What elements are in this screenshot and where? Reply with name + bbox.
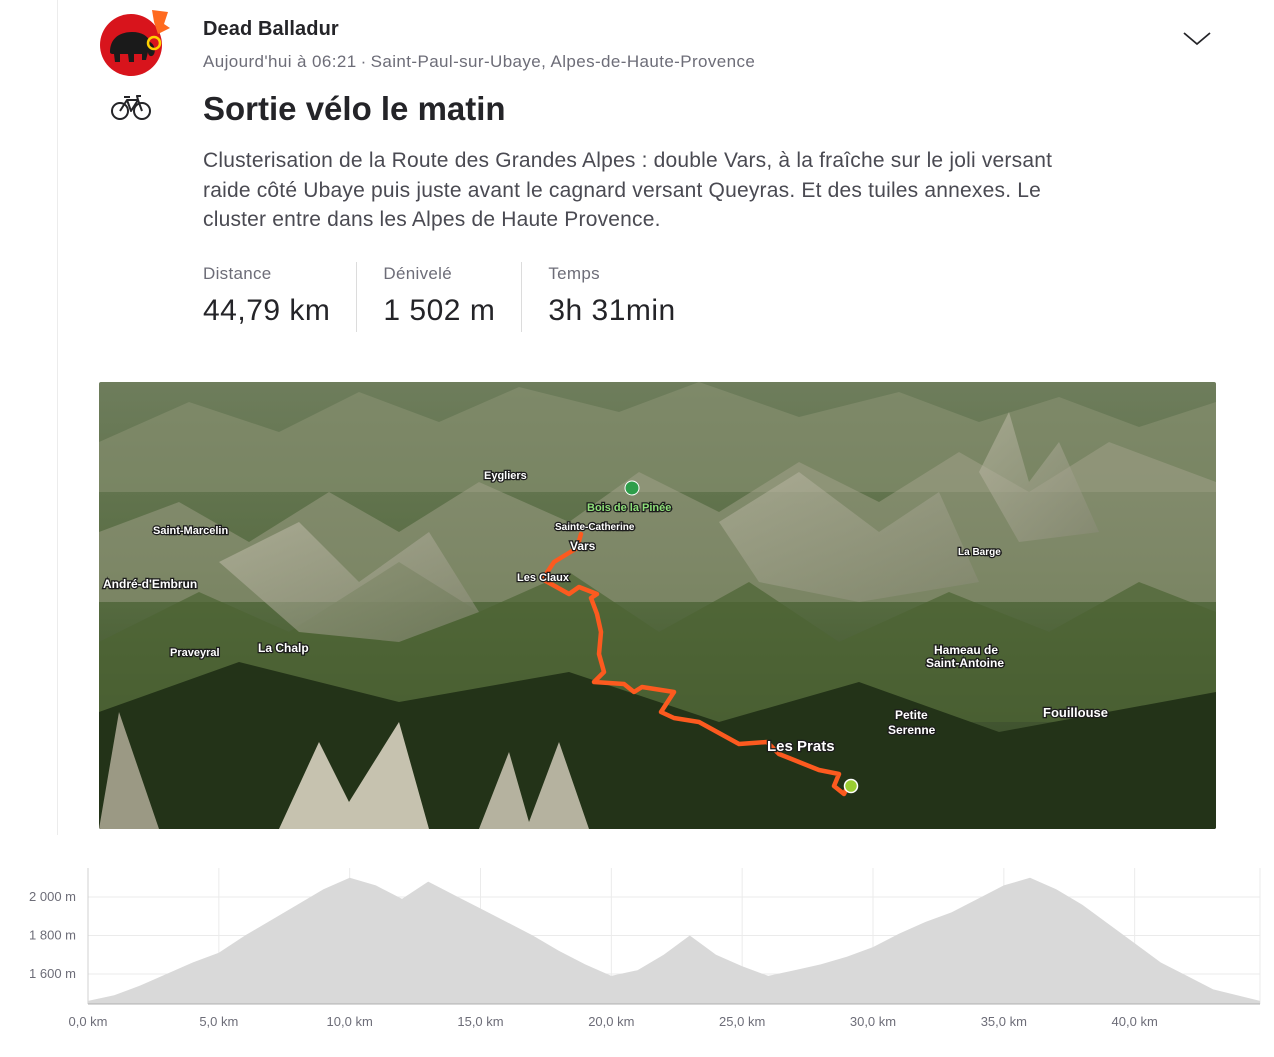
stat-label: Distance [203,264,272,283]
y-tick-label: 1 800 m [29,928,76,943]
activity-time: Aujourd'hui à 06:21 [203,52,357,71]
map-label: Vars [570,539,596,553]
stat-elevation-gain: Dénivelé 1 502 m [383,262,523,332]
map-label: Eygliers [484,470,527,482]
map-label: Hameau de [934,643,998,657]
elevation-chart[interactable]: 2 000 m 1 800 m 1 600 m 0,0 km 5,0 km 10,0 k… [0,860,1274,1052]
activity-meta: Aujourd'hui à 06:21 · Saint-Paul-sur-Ubaye… [203,52,755,72]
map-label: Saint-Marcelin [153,525,228,537]
map-label: La Chalp [258,641,309,655]
stat-value: 44,79 km [203,294,331,327]
feed-left-divider [57,0,58,835]
stat-value: 1 502 m [383,294,496,327]
mammut-logo-icon [100,10,170,76]
athlete-avatar[interactable] [98,8,170,78]
x-tick-label: 30,0 km [850,1014,896,1029]
activity-title[interactable]: Sortie vélo le matin [203,90,506,128]
meta-separator: · [360,52,367,71]
x-tick-label: 0,0 km [68,1014,107,1029]
bicycle-icon [110,94,154,122]
y-tick-label: 2 000 m [29,889,76,904]
map-label: Fouillouse [1043,705,1108,720]
map-label: Petite [895,708,928,722]
x-tick-label: 15,0 km [457,1014,503,1029]
y-tick-label: 1 600 m [29,966,76,981]
activity-description: Clusterisation de la Route des Grandes A… [203,149,1053,231]
x-tick-label: 10,0 km [327,1014,373,1029]
map-label: Saint-Antoine [926,656,1004,670]
map-label: Sainte-Catherine [555,522,635,533]
map-label: Praveyral [170,647,220,659]
map-label: La Barge [958,547,1001,558]
x-tick-label: 40,0 km [1112,1014,1158,1029]
map-label: Serenne [888,723,936,737]
activity-location: Saint-Paul-sur-Ubaye, Alpes-de-Haute-Pro… [370,52,756,71]
stat-distance: Distance 44,79 km [203,262,358,332]
map-label: André-d'Embrun [103,577,197,591]
map-label: Les Prats [767,738,835,755]
map-label: Les Claux [517,572,570,584]
stat-label: Dénivelé [383,264,452,283]
x-tick-label: 35,0 km [981,1014,1027,1029]
stat-moving-time: Temps 3h 31min [548,262,701,332]
x-tick-label: 20,0 km [588,1014,634,1029]
map-label: Bois de la Pinée [587,502,671,514]
activity-stats: Distance 44,79 km Dénivelé 1 502 m Temps… [203,262,728,332]
stat-label: Temps [548,264,600,283]
x-tick-label: 5,0 km [199,1014,238,1029]
athlete-name[interactable]: Dead Balladur [203,18,339,41]
x-tick-label: 25,0 km [719,1014,765,1029]
stat-value: 3h 31min [548,294,676,327]
route-map[interactable]: Eygliers Bois de la Pinée Saint-Marcelin… [99,382,1216,829]
chevron-down-icon[interactable] [1180,26,1214,50]
